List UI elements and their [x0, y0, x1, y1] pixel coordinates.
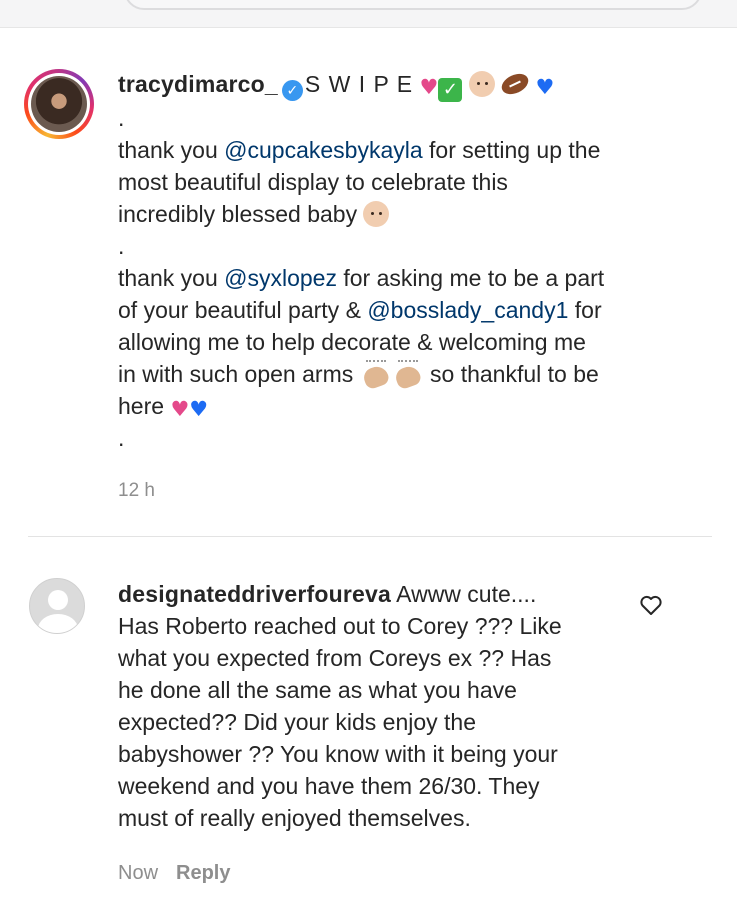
comment-line: weekend and you have them 26/30. They: [118, 773, 540, 799]
comment-body: designateddriverfoureva Awww cute.... Ha…: [118, 578, 628, 834]
top-bar: [0, 0, 737, 28]
caption-line: thank you @cupcakesbykayla for setting u…: [118, 137, 601, 163]
caption-line: of your beautiful party & @bosslady_cand…: [118, 297, 602, 323]
caption-dot: .: [118, 425, 125, 451]
mention-link[interactable]: @syxlopez: [224, 265, 337, 291]
search-field-edge[interactable]: [124, 0, 702, 10]
pink-heart-icon: ♥: [419, 75, 439, 99]
mention-link[interactable]: @cupcakesbykayla: [224, 137, 423, 163]
caption-dot: .: [118, 105, 125, 131]
check-mark-icon: ✓: [438, 78, 463, 102]
football-icon: [498, 69, 532, 99]
clapping-hands-icon: [392, 360, 424, 387]
baby-face-icon: [468, 71, 495, 97]
caption-line: allowing me to help decorate & welcoming…: [118, 329, 586, 355]
caption-line-1: tracydimarco_ ✓ S W I P E ♥ ✓ ♥: [118, 68, 678, 102]
comment-line: he done all the same as what you have: [118, 677, 517, 703]
caption-line: most beautiful display to celebrate this: [118, 169, 508, 195]
divider: [28, 536, 712, 537]
mention-link[interactable]: @bosslady_candy1: [367, 297, 568, 323]
caption-line: thank you @syxlopez for asking me to be …: [118, 265, 605, 291]
clapping-hands-icon: [360, 360, 392, 387]
caption-line: incredibly blessed baby: [118, 198, 678, 230]
comment-line: babyshower ?? You know with it being you…: [118, 741, 558, 767]
comment-username[interactable]: designateddriverfoureva: [118, 581, 391, 607]
comment-line: what you expected from Coreys ex ?? Has: [118, 645, 552, 671]
blue-heart-icon: ♥: [189, 397, 209, 421]
avatar-photo: [31, 76, 87, 132]
caption-headline: S W I P E: [304, 71, 414, 97]
post-timestamp: 12 h: [118, 480, 155, 501]
post-author-avatar[interactable]: [24, 69, 94, 139]
comment-line: must of really enjoyed themselves.: [118, 805, 471, 831]
reply-button[interactable]: Reply: [176, 862, 230, 884]
verified-icon: ✓: [281, 80, 303, 101]
pink-heart-icon: ♥: [170, 397, 190, 421]
caption-dot: .: [118, 233, 125, 259]
comment-line: Has Roberto reached out to Corey ??? Lik…: [118, 613, 562, 639]
caption-line: here ♥♥: [118, 393, 209, 421]
comment-author-avatar[interactable]: [29, 578, 85, 634]
comment-line: expected?? Did your kids enjoy the: [118, 709, 476, 735]
comment-line: designateddriverfoureva Awww cute....: [118, 581, 537, 607]
comment-time: Now: [118, 862, 159, 884]
comment-meta: Now Reply: [118, 862, 230, 885]
like-heart-icon[interactable]: [639, 594, 663, 616]
blue-heart-icon: ♥: [535, 75, 555, 99]
post-caption: tracydimarco_ ✓ S W I P E ♥ ✓ ♥ . thank you…: [118, 68, 678, 454]
post-username[interactable]: tracydimarco_: [118, 71, 278, 97]
baby-face-icon: [363, 201, 390, 227]
caption-line: in with such open arms so thankful to be: [118, 360, 599, 387]
